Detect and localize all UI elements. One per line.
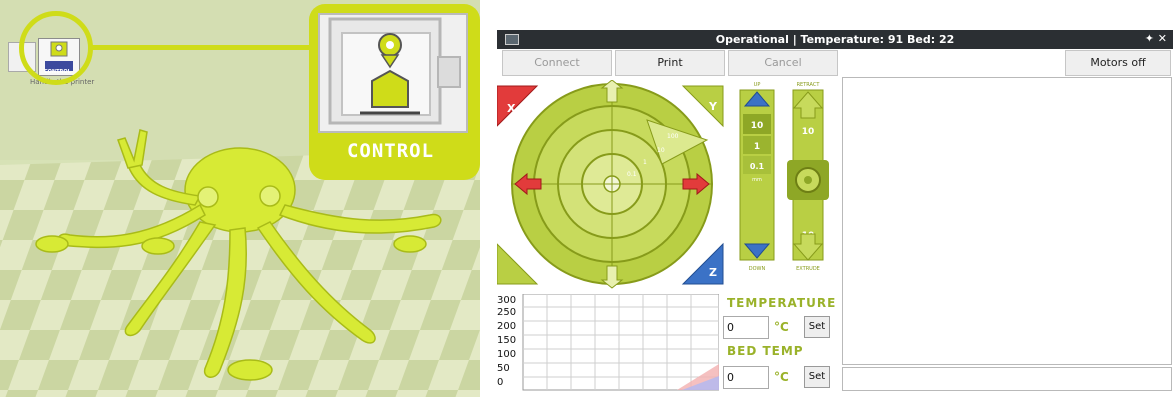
home-z-label: Z (709, 266, 717, 279)
bed-temp-set-button[interactable]: Set (804, 366, 830, 388)
callout-highlight-circle (19, 11, 93, 85)
bed-temp-unit: °C (774, 370, 789, 384)
home-y-label: Y (708, 100, 718, 113)
connect-button[interactable]: Connect (502, 50, 612, 76)
temperature-unit: °C (774, 320, 789, 334)
home-all-button (497, 243, 539, 285)
bed-temp-title: BED TEMP (727, 344, 804, 358)
step-label-100: 100 (667, 133, 679, 140)
z-axis-control[interactable]: UP 10 1 0.1 mm DOWN (737, 80, 777, 292)
window-title: Operational | Temperature: 91 Bed: 22 (715, 33, 955, 46)
graph-tick-300: 300 (497, 295, 516, 306)
temperature-set-button[interactable]: Set (804, 316, 830, 338)
step-label-10: 10 (657, 147, 665, 154)
retract-label: RETRACT (797, 82, 821, 88)
z-step-0-1: 0.1 (750, 162, 765, 171)
z-unit: mm (752, 177, 762, 183)
window-controls[interactable]: ✦ ✕ (1145, 32, 1167, 45)
callout-label: CONTROL (346, 140, 435, 162)
temperature-graph: 300 250 200 150 100 50 0 (497, 294, 719, 391)
temperature-input[interactable]: 0 (723, 316, 769, 339)
home-x-label: X (507, 102, 516, 115)
retract-amount: 10 (802, 127, 815, 137)
z-up-label: UP (754, 82, 761, 88)
printer-control-window: Operational | Temperature: 91 Bed: 22 ✦ … (497, 30, 1173, 397)
callout-printer-icon-frame (318, 13, 468, 133)
z-down-label: DOWN (749, 266, 766, 272)
graph-tick-100: 100 (497, 349, 516, 360)
motors-off-button[interactable]: Motors off (1065, 50, 1171, 76)
home-z-button (681, 242, 724, 285)
temperature-title: TEMPERATURE (727, 296, 837, 310)
graph-tick-50: 50 (497, 363, 510, 374)
callout-connector (92, 45, 310, 50)
callout-control-tile: CONTROL (309, 4, 480, 180)
graph-tick-250: 250 (497, 307, 516, 318)
printer-icon (328, 17, 461, 125)
step-label-1: 1 (643, 159, 647, 166)
3d-viewport[interactable]: CONTROL Handle the printer CONTROL (0, 0, 480, 397)
command-input[interactable] (842, 367, 1172, 391)
terminal-log[interactable] (842, 77, 1172, 365)
z-step-10: 10 (751, 121, 764, 131)
extrude-label: EXTRUDE (796, 266, 820, 272)
extruder-control[interactable]: RETRACT 10 10 EXTRUDE (783, 80, 833, 292)
bed-temp-input[interactable]: 0 (723, 366, 769, 389)
step-label-0-1: 0.1 (627, 171, 637, 178)
z-step-1: 1 (754, 142, 760, 152)
xy-jog-pad[interactable]: X Y Z 100 10 1 0.1 (497, 80, 729, 292)
window-titlebar[interactable]: Operational | Temperature: 91 Bed: 22 ✦ … (497, 30, 1173, 49)
graph-tick-0: 0 (497, 377, 503, 388)
graph-tick-200: 200 (497, 321, 516, 332)
print-button[interactable]: Print (615, 50, 725, 76)
graph-tick-150: 150 (497, 335, 516, 346)
home-x-button (497, 85, 539, 127)
cancel-button[interactable]: Cancel (728, 50, 838, 76)
